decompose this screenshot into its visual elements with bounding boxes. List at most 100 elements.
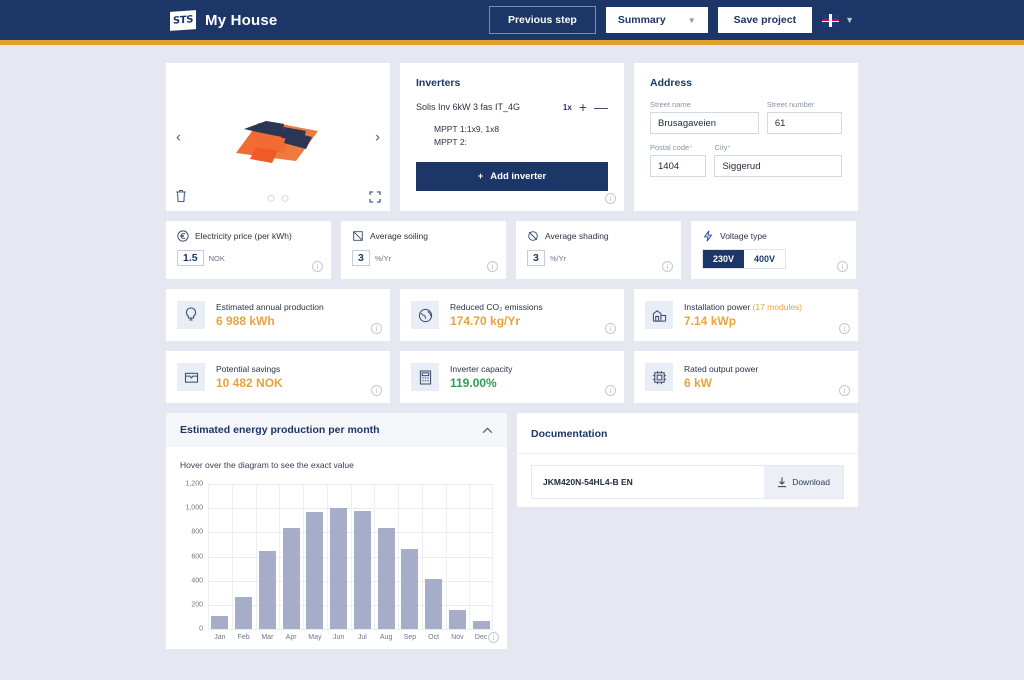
chart-x-tick-label: Nov <box>451 634 464 641</box>
summary-dropdown[interactable]: Summary ▼ <box>605 7 708 33</box>
info-icon[interactable]: i <box>487 261 498 272</box>
model-viewer-card[interactable]: ‹ › <box>166 63 390 211</box>
average-shading-input[interactable]: 3 <box>527 250 545 266</box>
average-soiling-input[interactable]: 3 <box>352 250 370 266</box>
download-button[interactable]: Download <box>764 466 843 498</box>
next-image-icon[interactable]: › <box>375 129 380 146</box>
city-label: City* <box>714 143 731 152</box>
chart-bar[interactable] <box>401 549 419 629</box>
save-project-button[interactable]: Save project <box>717 7 813 33</box>
chart-gridline <box>208 629 493 630</box>
chart-bar-column[interactable] <box>374 484 398 629</box>
chart-bar-column[interactable] <box>255 484 280 629</box>
info-icon[interactable]: i <box>371 323 382 334</box>
inverter-quantity-stepper: 1x + — <box>563 100 608 114</box>
info-icon[interactable]: i <box>839 385 850 396</box>
increase-inverter-icon[interactable]: + <box>579 100 587 114</box>
chart-x-axis: Jan Feb Mar Apr May Jun Jul Aug Sep Oct Nov Dec <box>208 634 493 641</box>
chart-header[interactable]: Estimated energy production per month <box>166 413 507 447</box>
info-icon[interactable]: i <box>839 323 850 334</box>
voltage-type-toggle[interactable]: 230V 400V <box>702 249 787 269</box>
carousel-dot[interactable] <box>267 195 275 202</box>
chart-bar-column[interactable] <box>231 484 256 629</box>
address-card: Address Street name Brusagaveien Street … <box>634 63 858 211</box>
chart-bar[interactable] <box>235 596 253 629</box>
chart-bar-column[interactable] <box>350 484 375 629</box>
info-icon[interactable]: i <box>662 261 673 272</box>
mppt-2-label: MPPT 2: <box>434 137 467 148</box>
building-icon <box>645 301 673 329</box>
solar-roof-illustration <box>236 121 318 163</box>
chart-bar-column[interactable] <box>469 484 493 629</box>
chart-bar[interactable] <box>330 508 348 629</box>
chart-bar-column[interactable] <box>279 484 303 629</box>
info-icon[interactable]: i <box>312 261 323 272</box>
potential-savings-value: 10 482 NOK <box>216 376 283 390</box>
collapse-chevron-icon[interactable] <box>482 427 493 434</box>
postal-code-input[interactable]: 1404 <box>650 155 707 177</box>
chart-plot-area[interactable]: 0 200 400 600 800 1,000 1,200 <box>185 481 493 633</box>
potential-savings-card: Potential savings 10 482 NOK i <box>166 351 390 403</box>
chart-y-tick-label: 600 <box>191 553 203 560</box>
electricity-price-input[interactable]: 1.5 <box>177 250 204 266</box>
chart-hint: Hover over the diagram to see the exact … <box>180 460 354 470</box>
row-metrics: Electricity price (per kWh) 1.5 NOK i Av… <box>166 221 858 279</box>
reduced-co2-emissions-label: Reduced CO₂ emissions <box>450 302 543 312</box>
plus-icon: + <box>477 171 484 183</box>
chip-icon <box>645 363 673 391</box>
inverter-capacity-card: Inverter capacity 119.00% i <box>400 351 624 403</box>
chart-bars <box>208 484 493 629</box>
decrease-inverter-icon[interactable]: — <box>594 100 608 114</box>
carousel-dot[interactable] <box>281 195 289 202</box>
chart-bar-column[interactable] <box>445 484 470 629</box>
chart-bar-column[interactable] <box>398 484 422 629</box>
delete-icon[interactable] <box>175 189 187 203</box>
voltage-option-400v[interactable]: 400V <box>744 250 786 268</box>
estimated-annual-production-label: Estimated annual production <box>216 302 324 312</box>
info-icon[interactable]: i <box>488 632 499 643</box>
modules-count: (17 modules) <box>752 302 803 312</box>
reduced-co2-emissions-card: Reduced CO₂ emissions 174.70 kg/Yr i <box>400 289 624 341</box>
add-inverter-button[interactable]: + Add inverter <box>416 162 608 192</box>
chart-bar-column[interactable] <box>303 484 327 629</box>
chart-bar-column[interactable] <box>208 484 232 629</box>
chart-bar[interactable] <box>282 528 300 629</box>
chart-bar[interactable] <box>472 621 490 629</box>
chart-bar[interactable] <box>448 609 466 629</box>
mppt-1-label: MPPT 1:1x9, 1x8 <box>434 124 500 134</box>
street-name-input[interactable]: Brusagaveien <box>650 112 759 134</box>
chart-bar[interactable] <box>353 510 371 629</box>
voltage-option-230v[interactable]: 230V <box>703 250 745 268</box>
city-input[interactable]: Siggerud <box>714 155 842 177</box>
previous-step-button[interactable]: Previous step <box>488 6 596 34</box>
chart-bar-column[interactable] <box>421 484 446 629</box>
chart-bar-column[interactable] <box>326 484 351 629</box>
voltage-type-card: Voltage type 230V 400V i <box>691 221 856 279</box>
chart-bar[interactable] <box>211 615 229 629</box>
chart-bar[interactable] <box>425 579 443 629</box>
chart-bar[interactable] <box>258 551 276 629</box>
carousel-dots[interactable] <box>267 195 289 202</box>
info-icon[interactable]: i <box>605 385 616 396</box>
fullscreen-icon[interactable] <box>369 191 381 203</box>
app-title: My House <box>205 11 278 29</box>
info-icon[interactable]: i <box>371 385 382 396</box>
previous-image-icon[interactable]: ‹ <box>176 129 181 146</box>
average-soiling-unit: %/Yr <box>374 254 392 263</box>
info-icon[interactable]: i <box>605 193 616 204</box>
info-icon[interactable]: i <box>605 323 616 334</box>
chart-y-tick-label: 800 <box>191 528 203 536</box>
potential-savings-label: Potential savings <box>216 364 281 374</box>
language-selector[interactable]: ▼ <box>822 13 854 27</box>
chart-x-tick-label: Aug <box>379 634 393 641</box>
chart-body: Hover over the diagram to see the exact … <box>166 447 507 649</box>
inverter-model-label: Solis Inv 6kW 3 fas IT_4G <box>416 102 521 112</box>
street-number-input[interactable]: 61 <box>766 112 842 134</box>
chart-x-tick-label: Sep <box>403 634 417 641</box>
chart-bar[interactable] <box>306 511 324 629</box>
inverter-count: 1x <box>562 102 572 112</box>
inverters-title: Inverters <box>416 77 461 89</box>
info-icon[interactable]: i <box>837 261 848 272</box>
chart-bar[interactable] <box>377 527 395 629</box>
documentation-header: Documentation <box>517 413 858 454</box>
